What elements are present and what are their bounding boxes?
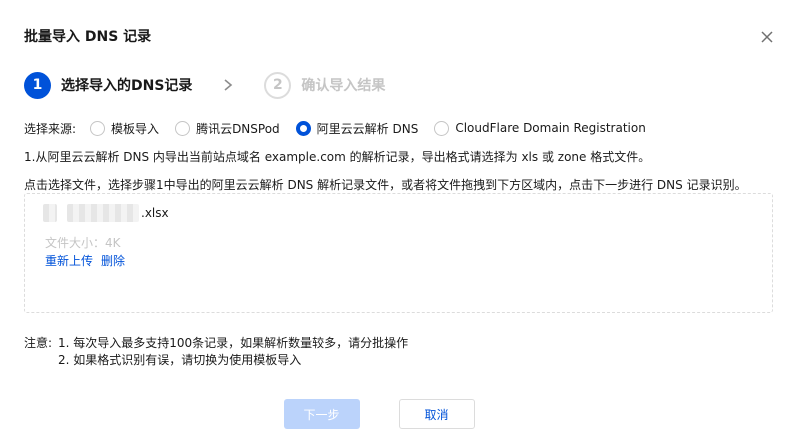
note-item: 1. 每次导入最多支持100条记录，如果解析数量较多，请分批操作 bbox=[58, 336, 409, 350]
step-2-label: 确认导入结果 bbox=[301, 78, 386, 94]
file-extension: .xlsx bbox=[141, 206, 169, 220]
radio-template-import[interactable]: 模板导入 bbox=[90, 120, 159, 137]
source-selector: 选择来源: 模板导入 腾讯云DNSPod 阿里云云解析 DNS CloudFla… bbox=[24, 118, 662, 138]
file-size: 文件大小：4K bbox=[45, 236, 121, 250]
radio-cloudflare[interactable]: CloudFlare Domain Registration bbox=[434, 120, 646, 136]
step-2-number: 2 bbox=[264, 71, 292, 99]
steps-indicator: 1 选择导入的DNS记录 2 确认导入结果 bbox=[24, 71, 385, 99]
instruction-upload: 点击选择文件，选择步骤1中导出的阿里云云解析 DNS 解析记录文件，或者将文件拖… bbox=[24, 178, 747, 192]
file-actions: 重新上传 删除 bbox=[45, 252, 133, 269]
radio-aliyun-dns[interactable]: 阿里云云解析 DNS bbox=[295, 120, 419, 137]
file-name: .xlsx bbox=[43, 204, 169, 222]
radio-label: 阿里云云解析 DNS bbox=[316, 121, 419, 136]
instruction-export: 1.从阿里云云解析 DNS 内导出当前站点域名 example.com 的解析记… bbox=[24, 150, 651, 164]
import-dns-dialog: 批量导入 DNS 记录 1 选择导入的DNS记录 2 确认导入结果 选择来源: … bbox=[0, 0, 791, 446]
radio-circle[interactable] bbox=[90, 120, 106, 136]
file-dropzone[interactable]: .xlsx 文件大小：4K 重新上传 删除 bbox=[24, 193, 773, 313]
cancel-button[interactable]: 取消 bbox=[398, 399, 475, 429]
redacted-text bbox=[43, 204, 57, 222]
radio-circle[interactable] bbox=[175, 120, 191, 136]
chevron-right-icon bbox=[224, 79, 233, 91]
radio-circle[interactable] bbox=[434, 120, 450, 136]
source-label: 选择来源: bbox=[24, 121, 77, 136]
notes: 注意: 1. 每次导入最多支持100条记录，如果解析数量较多，请分批操作 2. … bbox=[24, 335, 408, 369]
step-1-number: 1 bbox=[24, 71, 51, 99]
redacted-text bbox=[67, 204, 139, 222]
radio-dnspod[interactable]: 腾讯云DNSPod bbox=[175, 120, 280, 137]
radio-label: 腾讯云DNSPod bbox=[196, 121, 280, 136]
step-1-label: 选择导入的DNS记录 bbox=[61, 78, 193, 94]
note-item: 2. 如果格式识别有误，请切换为使用模板导入 bbox=[58, 353, 302, 367]
reupload-link[interactable]: 重新上传 bbox=[45, 252, 93, 269]
dialog-title: 批量导入 DNS 记录 bbox=[24, 29, 152, 45]
next-button[interactable]: 下一步 bbox=[283, 399, 360, 429]
radio-circle-checked[interactable] bbox=[295, 120, 311, 136]
dialog-footer: 下一步 取消 bbox=[0, 399, 791, 429]
notes-label: 注意: bbox=[24, 336, 53, 350]
radio-label: CloudFlare Domain Registration bbox=[455, 121, 646, 135]
delete-link[interactable]: 删除 bbox=[101, 252, 125, 269]
radio-label: 模板导入 bbox=[111, 121, 160, 136]
close-icon[interactable] bbox=[758, 28, 776, 46]
